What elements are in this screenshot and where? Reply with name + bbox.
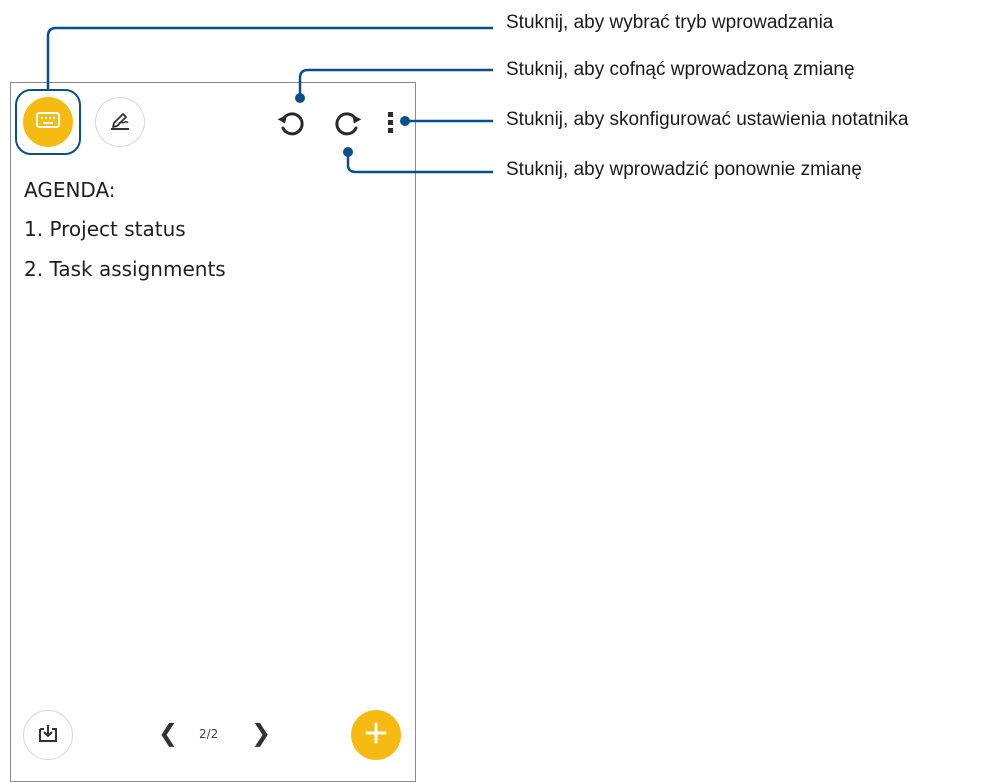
note-line-heading[interactable]: AGENDA: (24, 178, 116, 202)
undo-button[interactable] (275, 108, 309, 142)
redo-button[interactable] (330, 108, 364, 142)
keyboard-icon (36, 111, 60, 133)
import-button[interactable] (23, 710, 73, 760)
handwriting-pen-icon (108, 108, 132, 137)
callout-settings: Stuknij, aby skonfigurować ustawienia no… (506, 109, 909, 130)
callout-input-mode: Stuknij, aby wybrać tryb wprowadzania (506, 12, 834, 33)
more-options-button[interactable] (383, 108, 399, 142)
handwriting-mode-button[interactable] (95, 97, 145, 147)
redo-icon (330, 106, 364, 145)
more-vertical-icon (383, 106, 399, 145)
note-line-item[interactable]: 1. Project status (24, 217, 186, 241)
input-mode-button[interactable] (23, 97, 73, 147)
plus-icon (365, 722, 387, 749)
add-page-button[interactable] (351, 710, 401, 760)
note-line-item[interactable]: 2. Task assignments (24, 257, 226, 281)
callout-redo: Stuknij, aby wprowadzić ponownie zmianę (506, 159, 862, 180)
next-page-button[interactable]: ❯ (251, 719, 271, 747)
import-icon (36, 721, 60, 750)
previous-page-button[interactable]: ❮ (158, 719, 178, 747)
callout-undo: Stuknij, aby cofnąć wprowadzoną zmianę (506, 59, 855, 80)
undo-icon (275, 106, 309, 145)
page-indicator: 2/2 (199, 727, 219, 741)
